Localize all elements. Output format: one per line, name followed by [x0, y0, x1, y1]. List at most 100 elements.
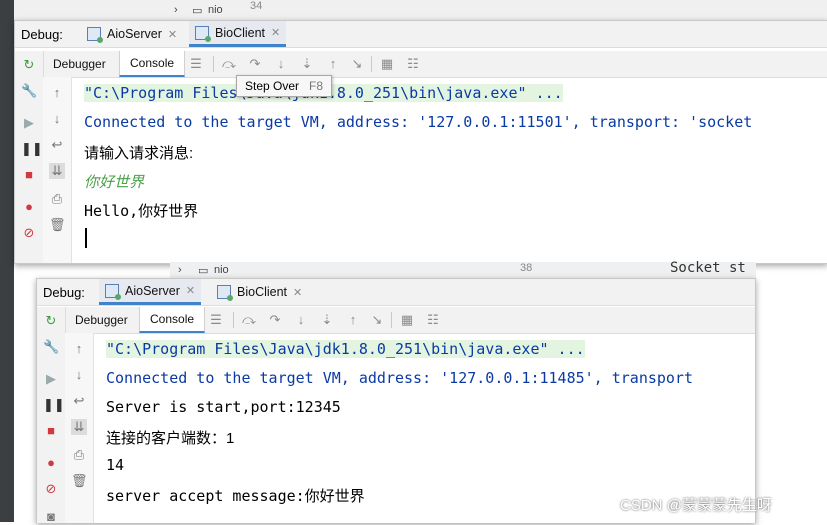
soft-wrap-icon[interactable]: ↩ [71, 393, 87, 409]
mute-breakpoints-icon[interactable]: ⊘ [43, 481, 59, 497]
console-line-prompt: 请输入请求消息: [84, 145, 194, 162]
debug-tool-header: Debug: AioServer ✕ BioClient ✕ [15, 21, 827, 48]
tab-debugger[interactable]: Debugger [65, 307, 138, 333]
toolbar-divider [213, 56, 214, 72]
run-config-icon [217, 285, 233, 301]
background-line-number: 34 [250, 0, 263, 12]
background-breadcrumb: nio [208, 4, 223, 16]
background-editor-strip-mid: › ▭ nio 38 Socket st [170, 260, 756, 278]
debug-label: Debug: [43, 285, 85, 300]
stop-icon[interactable]: ■ [21, 167, 37, 183]
clear-all-icon[interactable]: 🗑 [71, 473, 88, 489]
tab-aioserver[interactable]: AioServer ✕ [99, 279, 202, 305]
force-step-into-icon[interactable]: ⇣ [299, 56, 315, 72]
step-into-icon[interactable]: ↓ [293, 312, 309, 328]
close-icon[interactable]: ✕ [271, 26, 280, 39]
resume-icon[interactable]: ▶ [43, 371, 59, 387]
run-config-icon [105, 283, 121, 300]
toolbar-divider [371, 56, 372, 72]
step-out-icon[interactable]: ↑ [345, 312, 361, 328]
debug-side-toolbar: ↻ 🔧 ▶ ❚❚ ■ ● ⊘ [15, 51, 44, 263]
console-line-client-count: 连接的客户端数：1 [106, 430, 235, 447]
tab-bioclient[interactable]: BioClient ✕ [189, 21, 287, 47]
step-over-icon[interactable]: ↷ [267, 312, 283, 328]
view-breakpoints-icon[interactable]: ● [21, 199, 37, 215]
rerun-icon[interactable]: ↻ [21, 57, 37, 73]
clear-all-icon[interactable]: 🗑 [49, 217, 66, 233]
show-execution-point-icon[interactable]: ⤼ [221, 56, 237, 72]
console-line-user-input: 你好世界 [84, 173, 145, 191]
console-line-number: 14 [106, 456, 125, 474]
background-line-number: 38 [520, 262, 533, 274]
tab-debugger[interactable]: Debugger [43, 51, 116, 77]
console-output[interactable]: "C:\Program Files\Java\jdk1.8.0_251\bin\… [72, 78, 827, 263]
watermark: CSDN @蒙蒙蒙先生呀 [620, 497, 772, 514]
soft-wrap-icon[interactable]: ↩ [49, 137, 65, 153]
show-execution-point-icon[interactable]: ⤼ [241, 312, 257, 328]
close-icon[interactable]: ✕ [168, 28, 177, 41]
tooltip: Step Over F8 [236, 75, 333, 97]
scroll-to-end-icon[interactable]: ⇊ [49, 163, 65, 179]
print-icon[interactable]: ⎙ [49, 191, 65, 207]
trace-icon[interactable]: ☷ [425, 312, 441, 328]
close-icon[interactable]: ✕ [186, 284, 195, 297]
tab-bioclient[interactable]: BioClient ✕ [211, 279, 308, 305]
debug-toolbar: Debugger Console ☰ ⤼ ↷ ↓ ⇣ ↑ ↘ ▦ ☷ [65, 307, 755, 334]
stop-icon[interactable]: ■ [43, 423, 59, 439]
toolbar-divider [233, 312, 234, 328]
console-line-server-start: Server is start,port:12345 [106, 398, 341, 416]
force-step-into-icon[interactable]: ⇣ [319, 312, 335, 328]
trace-icon[interactable]: ☷ [405, 56, 421, 72]
evaluate-expression-icon[interactable]: ▦ [379, 56, 395, 72]
step-over-icon[interactable]: ↷ [247, 56, 263, 72]
background-editor-strip: › ▭ nio 34 [14, 0, 827, 21]
menu-icon[interactable]: ☰ [188, 56, 204, 72]
tab-label: BioClient [237, 285, 288, 299]
settings-wrench-icon[interactable]: 🔧 [21, 83, 37, 99]
run-config-icon [87, 27, 103, 43]
scroll-up-icon[interactable]: ↑ [49, 85, 65, 101]
pause-icon[interactable]: ❚❚ [43, 397, 65, 413]
console-line-response: Hello,你好世界 [84, 202, 199, 220]
step-out-icon[interactable]: ↑ [325, 56, 341, 72]
view-breakpoints-icon[interactable]: ● [43, 455, 59, 471]
close-icon[interactable]: ✕ [293, 286, 302, 299]
scroll-up-icon[interactable]: ↑ [71, 341, 87, 357]
resume-icon[interactable]: ▶ [21, 115, 37, 131]
pause-icon[interactable]: ❚❚ [21, 141, 43, 157]
menu-icon[interactable]: ☰ [208, 312, 224, 328]
text-caret [85, 228, 87, 248]
tab-console-label: Console [130, 56, 175, 70]
console-side-toolbar: ↑ ↓ ↩ ⇊ ⎙ 🗑 [43, 77, 72, 263]
scroll-down-icon[interactable]: ↓ [49, 111, 65, 127]
debug-tool-header: Debug: AioServer ✕ BioClient ✕ [37, 279, 755, 306]
camera-icon[interactable]: ◙ [43, 509, 59, 525]
background-chevron-icon: › [174, 4, 178, 16]
toolbar-divider [391, 312, 392, 328]
run-to-cursor-icon[interactable]: ↘ [349, 56, 365, 72]
debug-window-bioclient: Debug: AioServer ✕ BioClient ✕ Debugger … [14, 20, 827, 264]
debug-side-toolbar: ↻ 🔧 ▶ ❚❚ ■ ● ⊘ ◙ [37, 307, 66, 525]
settings-wrench-icon[interactable]: 🔧 [43, 339, 59, 355]
console-line-command: "C:\Program Files\Java\jdk1.8.0_251\bin\… [106, 340, 585, 358]
step-into-icon[interactable]: ↓ [273, 56, 289, 72]
console-line-connected: Connected to the target VM, address: '12… [84, 113, 753, 131]
rerun-icon[interactable]: ↻ [43, 313, 59, 329]
tab-debugger-label: Debugger [75, 313, 128, 327]
background-code: Socket st [670, 260, 746, 276]
tooltip-shortcut: F8 [309, 79, 324, 93]
evaluate-expression-icon[interactable]: ▦ [399, 312, 415, 328]
tab-console[interactable]: Console [119, 51, 186, 77]
tab-console[interactable]: Console [139, 307, 206, 333]
debug-label: Debug: [21, 27, 63, 42]
background-breadcrumb: nio [214, 264, 229, 276]
scroll-down-icon[interactable]: ↓ [71, 367, 87, 383]
run-to-cursor-icon[interactable]: ↘ [369, 312, 385, 328]
debug-toolbar: Debugger Console ☰ ⤼ ↷ ↓ ⇣ ↑ ↘ ▦ ☷ [43, 51, 827, 78]
print-icon[interactable]: ⎙ [71, 447, 87, 463]
tab-aioserver[interactable]: AioServer ✕ [81, 21, 183, 47]
scroll-to-end-icon[interactable]: ⇊ [71, 419, 87, 435]
mute-breakpoints-icon[interactable]: ⊘ [21, 225, 37, 241]
console-line-connected: Connected to the target VM, address: '12… [106, 369, 693, 387]
console-side-toolbar: ↑ ↓ ↩ ⇊ ⎙ 🗑 [65, 333, 94, 523]
